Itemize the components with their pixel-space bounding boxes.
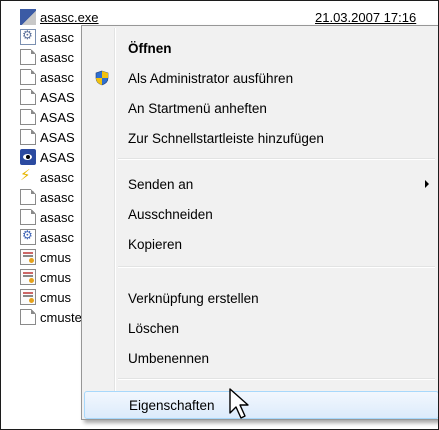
- menu-item-delete[interactable]: Löschen: [84, 314, 438, 342]
- submenu-arrow-icon: [425, 180, 429, 188]
- file-name: asasc: [40, 209, 74, 225]
- file-name: asasc.exe: [40, 9, 99, 25]
- uac-shield-icon: [95, 70, 109, 86]
- menu-item-create-shortcut[interactable]: Verknüpfung erstellen: [84, 284, 438, 312]
- menu-separator: [118, 378, 435, 380]
- menu-item-label: Kopieren: [128, 236, 183, 252]
- menu-item-properties[interactable]: Eigenschaften: [84, 391, 438, 419]
- menu-item-label: Löschen: [128, 320, 180, 336]
- mouse-cursor-icon: [229, 388, 249, 419]
- file-name: cmus: [40, 289, 72, 305]
- file-name: ASAS: [40, 89, 75, 105]
- menu-item-oeffnen[interactable]: Öffnen: [84, 34, 438, 62]
- menu-item-pin-start[interactable]: An Startmenü anheften: [84, 94, 438, 122]
- file-name: ASAS: [40, 109, 75, 125]
- menu-item-copy[interactable]: Kopieren: [84, 230, 438, 258]
- menu-item-label: An Startmenü anheften: [128, 100, 267, 116]
- gear-doc-icon: [20, 228, 36, 245]
- certificate-icon: [20, 249, 36, 265]
- document-icon: [20, 49, 36, 65]
- eye-icon: [20, 149, 36, 165]
- file-name: ASAS: [40, 149, 75, 165]
- document-icon: [20, 209, 36, 225]
- file-name: asasc: [40, 169, 74, 185]
- menu-item-run-as-admin[interactable]: Als Administrator ausführen: [84, 64, 438, 92]
- menu-item-label: Zur Schnellstartleiste hinzufügen: [128, 130, 324, 146]
- menu-separator: [118, 266, 435, 268]
- document-icon: [20, 309, 36, 325]
- menu-item-cut[interactable]: Ausschneiden: [84, 200, 438, 228]
- file-name: asasc: [40, 229, 74, 245]
- file-row[interactable]: asasc.exe 21.03.2007 17:16: [1, 7, 438, 27]
- file-date: 21.03.2007 17:16: [315, 9, 417, 25]
- menu-item-rename[interactable]: Umbenennen: [84, 344, 438, 372]
- file-name: ASAS: [40, 129, 75, 145]
- menu-item-quicklaunch[interactable]: Zur Schnellstartleiste hinzufügen: [84, 124, 438, 152]
- menu-item-label: Verknüpfung erstellen: [128, 290, 259, 306]
- document-icon: [20, 109, 36, 125]
- file-name: cmus: [40, 249, 72, 265]
- certificate-icon: [20, 289, 36, 305]
- menu-item-label: Ausschneiden: [128, 206, 213, 222]
- menu-separator: [118, 158, 435, 160]
- document-icon: [20, 189, 36, 205]
- screenshot-frame: asasc.exe 21.03.2007 17:16 asasc asasc asasc…: [0, 0, 439, 430]
- file-name: asasc: [40, 69, 74, 85]
- document-icon: [20, 69, 36, 85]
- file-name: cmus: [40, 269, 72, 285]
- document-icon: [20, 129, 36, 145]
- config-icon: [20, 28, 36, 45]
- document-icon: [20, 89, 36, 105]
- menu-item-label: Öffnen: [128, 40, 172, 56]
- exe-icon: [20, 9, 36, 25]
- menu-item-label: Als Administrator ausführen: [128, 70, 294, 86]
- menu-item-label: Umbenennen: [128, 350, 210, 366]
- context-menu: Öffnen Als Administrator ausführen An Star…: [81, 25, 438, 420]
- bolt-icon: [20, 166, 36, 185]
- file-name: asasc: [40, 29, 74, 45]
- file-name: asasc: [40, 189, 74, 205]
- menu-item-label: Senden an: [128, 176, 194, 192]
- menu-item-send-to[interactable]: Senden an: [84, 170, 438, 198]
- certificate-icon: [20, 269, 36, 285]
- file-name: asasc: [40, 49, 74, 65]
- menu-item-label: Eigenschaften: [129, 397, 215, 413]
